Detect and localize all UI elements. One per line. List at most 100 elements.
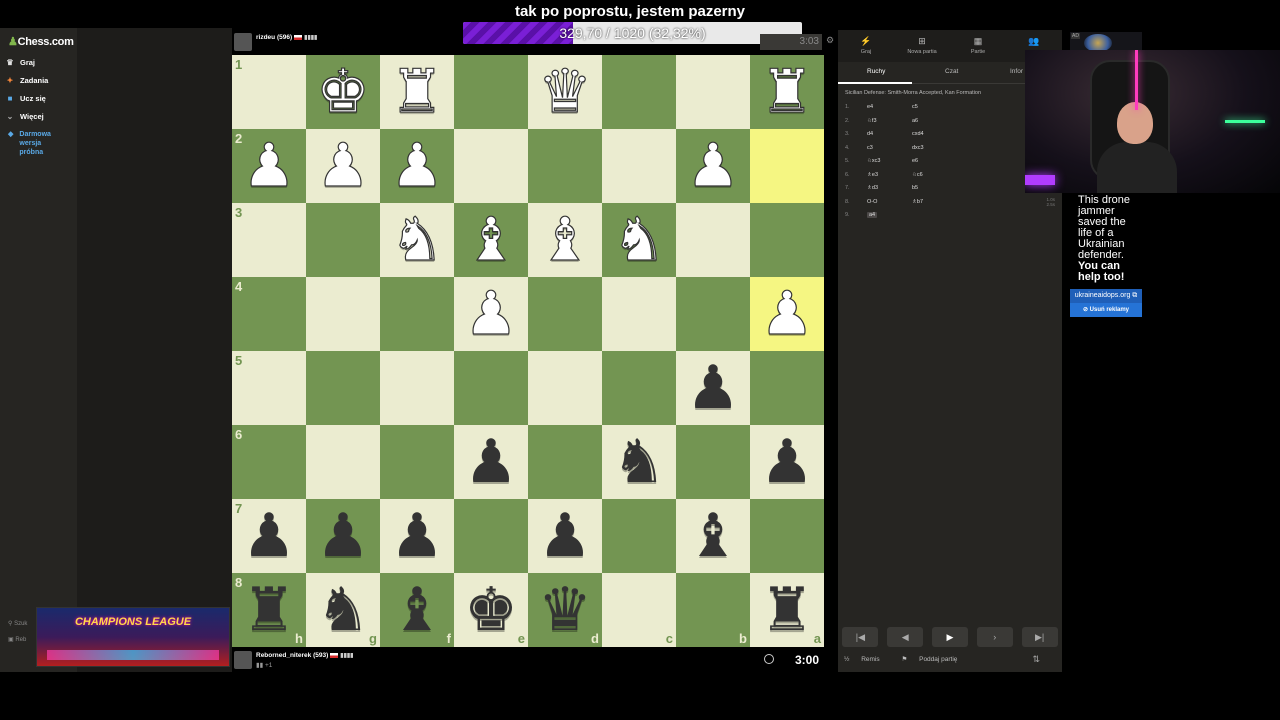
board-square[interactable] xyxy=(454,351,528,425)
ad-link[interactable]: ukraineaidops.org ⧉ xyxy=(1070,289,1142,303)
first-move-button[interactable]: |◀ xyxy=(842,627,879,647)
board-square[interactable]: ♟ xyxy=(676,129,750,203)
board-square[interactable] xyxy=(602,129,676,203)
board-square[interactable]: ♞ xyxy=(602,425,676,499)
white-rook-icon[interactable]: ♜ xyxy=(759,61,814,122)
board-square[interactable]: 8 h ♜ xyxy=(232,573,306,647)
board-square[interactable]: f ♝ xyxy=(380,573,454,647)
board-square[interactable]: c xyxy=(602,573,676,647)
tab-moves[interactable]: Ruchy xyxy=(867,68,885,75)
board-square[interactable] xyxy=(676,203,750,277)
black-rook-icon[interactable]: ♜ xyxy=(242,580,296,640)
sidebar-item-learn[interactable]: ■ Ucz się xyxy=(6,94,46,103)
board-square[interactable]: ♟ xyxy=(380,129,454,203)
board-square[interactable] xyxy=(602,351,676,425)
board-square[interactable]: 5 xyxy=(232,351,306,425)
chesscom-logo[interactable]: ♟Chess.com xyxy=(8,35,74,48)
black-knight-icon[interactable]: ♞ xyxy=(316,580,370,640)
flip-board-icon[interactable]: ⇅ xyxy=(1032,654,1040,665)
white-move[interactable]: c3 xyxy=(867,145,873,151)
board-square[interactable] xyxy=(602,277,676,351)
board-square[interactable] xyxy=(454,499,528,573)
board-square[interactable]: ♝ xyxy=(676,499,750,573)
board-square[interactable]: ♟ xyxy=(454,425,528,499)
white-knight-icon[interactable]: ♞ xyxy=(389,209,444,270)
white-pawn-icon[interactable]: ♟ xyxy=(463,283,518,344)
tab-chat[interactable]: Czat xyxy=(945,68,958,75)
board-square[interactable]: ♟ xyxy=(454,277,528,351)
black-pawn-icon[interactable]: ♟ xyxy=(686,358,740,418)
board-square[interactable] xyxy=(454,129,528,203)
board-square[interactable] xyxy=(306,277,380,351)
last-move-button[interactable]: ▶| xyxy=(1021,627,1058,647)
white-queen-icon[interactable]: ♛ xyxy=(537,61,592,122)
board-square[interactable]: ♞ xyxy=(380,203,454,277)
board-square[interactable] xyxy=(528,277,602,351)
opening-name[interactable]: Sicilian Defense: Smith-Morra Accepted, … xyxy=(845,90,981,96)
board-square[interactable]: ♜ xyxy=(380,55,454,129)
white-move[interactable]: ♗d3 xyxy=(867,185,878,191)
white-rook-icon[interactable]: ♜ xyxy=(389,61,444,122)
board-settings-icon[interactable]: ⚙ xyxy=(826,35,834,46)
white-move[interactable]: ♗e3 xyxy=(867,172,878,178)
white-pawn-icon[interactable]: ♟ xyxy=(759,283,814,344)
board-square[interactable]: b xyxy=(676,573,750,647)
board-square[interactable] xyxy=(676,277,750,351)
board-square[interactable] xyxy=(306,203,380,277)
black-move[interactable]: ♘c6 xyxy=(912,172,923,178)
black-knight-icon[interactable]: ♞ xyxy=(612,432,666,492)
sidebar-item-free-trial[interactable]: ◆ Darmowa wersja próbna xyxy=(8,130,59,157)
board-square[interactable] xyxy=(602,499,676,573)
tab-play[interactable]: ⚡ Graj xyxy=(846,36,886,55)
board-square[interactable] xyxy=(750,203,824,277)
board-square[interactable]: ♟ xyxy=(750,425,824,499)
black-pawn-icon[interactable]: ♟ xyxy=(390,506,444,566)
board-square[interactable]: 6 xyxy=(232,425,306,499)
white-pawn-icon[interactable]: ♟ xyxy=(389,135,444,196)
sidebar-user[interactable]: ▣ Reb xyxy=(8,636,26,643)
board-square[interactable]: ♟ xyxy=(306,499,380,573)
white-knight-icon[interactable]: ♞ xyxy=(611,209,666,270)
white-pawn-icon[interactable]: ♟ xyxy=(241,135,296,196)
tab-new-game[interactable]: ⊞ Nowa partia xyxy=(902,36,942,55)
tab-players[interactable]: 👥 xyxy=(1014,36,1054,49)
board-square[interactable] xyxy=(528,351,602,425)
board-square[interactable]: 7 ♟ xyxy=(232,499,306,573)
black-pawn-icon[interactable]: ♟ xyxy=(760,432,814,492)
black-king-icon[interactable]: ♚ xyxy=(464,580,518,640)
bottom-player-avatar[interactable] xyxy=(234,651,252,669)
board-square[interactable] xyxy=(750,129,824,203)
next-move-button[interactable]: › xyxy=(976,627,1013,647)
ad-banner[interactable]: This drone jammer saved the life of a Uk… xyxy=(1070,193,1142,289)
board-square[interactable]: 2 ♟ xyxy=(232,129,306,203)
board-square[interactable] xyxy=(380,351,454,425)
board-square[interactable] xyxy=(602,55,676,129)
resign-button[interactable]: ⚑ Poddaj partię xyxy=(901,656,967,663)
black-pawn-icon[interactable]: ♟ xyxy=(316,506,370,566)
board-square[interactable]: 3 xyxy=(232,203,306,277)
white-king-icon[interactable]: ♚ xyxy=(315,61,370,122)
board-square[interactable]: d ♛ xyxy=(528,573,602,647)
board-square[interactable]: ♝ xyxy=(454,203,528,277)
black-queen-icon[interactable]: ♛ xyxy=(538,580,592,640)
white-move[interactable]: a4 xyxy=(867,212,878,218)
black-move[interactable]: cxd4 xyxy=(912,131,924,137)
sidebar-item-play[interactable]: ♛ Graj xyxy=(6,58,35,67)
white-pawn-icon[interactable]: ♟ xyxy=(685,135,740,196)
chess-board[interactable]: 1 ♚ ♜ ♛ ♜ 2 ♟ ♟ ♟ ♟ 3 ♞ ♝ ♝ ♞ 4 ♟ ♟ 5 ♟ 6 ♟ ♞ ♟ 7 ♟ ♟ ♟ ♟ ♝ 8 h ♜ g ♞ f ♝ e ♚ d… xyxy=(232,55,824,647)
board-square[interactable] xyxy=(750,499,824,573)
board-square[interactable] xyxy=(306,351,380,425)
prev-move-button[interactable]: ◀ xyxy=(887,627,924,647)
play-move-button[interactable]: ▶ xyxy=(931,627,968,647)
board-square[interactable]: e ♚ xyxy=(454,573,528,647)
white-move[interactable]: ♘xc3 xyxy=(867,158,881,164)
white-move[interactable]: d4 xyxy=(867,131,873,137)
black-move[interactable]: dxc3 xyxy=(912,145,924,151)
board-square[interactable] xyxy=(750,351,824,425)
board-square[interactable]: ♟ xyxy=(306,129,380,203)
black-move[interactable]: a6 xyxy=(912,118,918,124)
black-rook-icon[interactable]: ♜ xyxy=(760,580,814,640)
black-bishop-icon[interactable]: ♝ xyxy=(390,580,444,640)
black-pawn-icon[interactable]: ♟ xyxy=(242,506,296,566)
board-square[interactable]: g ♞ xyxy=(306,573,380,647)
